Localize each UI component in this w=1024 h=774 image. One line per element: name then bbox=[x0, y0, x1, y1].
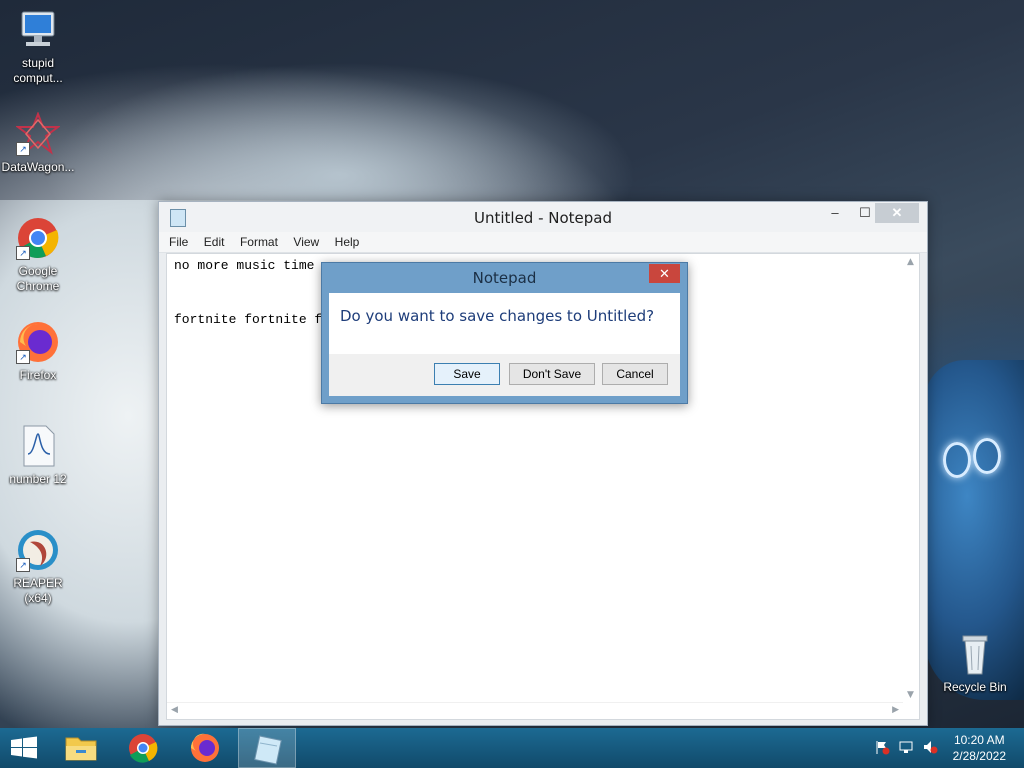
action-center-flag-icon[interactable] bbox=[874, 739, 890, 755]
start-icon bbox=[11, 736, 37, 759]
desktop-icon-label: DataWagon... bbox=[1, 160, 75, 174]
taskbar: 10:20 AM 2/28/2022 bbox=[0, 728, 1024, 768]
close-button[interactable]: ✕ bbox=[875, 203, 919, 223]
dialog-message-area: Do you want to save changes to Untitled? bbox=[329, 293, 680, 354]
notepad-title: Untitled - Notepad bbox=[473, 209, 613, 227]
desktop-icon-reaper[interactable]: ↗ REAPER (x64) bbox=[0, 528, 76, 606]
save-changes-dialog: Notepad ✕ Do you want to save changes to… bbox=[321, 262, 688, 404]
scroll-down-icon[interactable]: ▼ bbox=[907, 690, 914, 700]
shortcut-arrow-icon: ↗ bbox=[16, 558, 30, 572]
desktop-icon-label: stupid comput... bbox=[13, 56, 63, 85]
text-line: no more music time bbox=[174, 258, 315, 273]
taskbar-chrome[interactable] bbox=[114, 728, 172, 768]
taskbar-file-explorer[interactable] bbox=[52, 728, 110, 768]
desktop-icon-firefox[interactable]: ↗ Firefox bbox=[0, 320, 76, 383]
dialog-title: Notepad bbox=[472, 269, 537, 287]
vertical-scrollbar[interactable]: ▲ ▼ bbox=[903, 254, 919, 702]
desktop-icon-recycle-bin[interactable]: Recycle Bin bbox=[937, 632, 1013, 695]
dialog-close-button[interactable]: ✕ bbox=[649, 264, 680, 283]
firefox-icon: ↗ bbox=[16, 320, 60, 364]
desktop-icon-label: Google Chrome bbox=[16, 264, 60, 293]
minimize-button[interactable]: ‒ bbox=[823, 203, 847, 223]
desktop-icon-label: number 12 bbox=[9, 472, 67, 486]
start-button[interactable] bbox=[0, 728, 48, 768]
menu-help[interactable]: Help bbox=[335, 232, 360, 252]
cancel-button[interactable]: Cancel bbox=[602, 363, 668, 385]
scroll-right-icon[interactable]: ▶ bbox=[892, 705, 899, 715]
notepad-icon bbox=[254, 735, 282, 765]
taskbar-firefox[interactable] bbox=[176, 728, 234, 768]
reaper-icon: ↗ bbox=[16, 528, 60, 572]
wallpaper-headlight bbox=[973, 438, 1001, 474]
shortcut-arrow-icon: ↗ bbox=[16, 246, 30, 260]
dialog-message: Do you want to save changes to Untitled? bbox=[340, 307, 655, 325]
text-line: fortnite fortnite f bbox=[174, 312, 323, 327]
taskbar-notepad[interactable] bbox=[238, 728, 296, 768]
save-button[interactable]: Save bbox=[434, 363, 500, 385]
network-icon[interactable] bbox=[898, 739, 914, 755]
horizontal-scrollbar[interactable]: ◀ ▶ bbox=[167, 702, 903, 719]
volume-muted-icon[interactable] bbox=[922, 739, 938, 755]
scroll-left-icon[interactable]: ◀ bbox=[171, 705, 178, 715]
audio-file-icon bbox=[16, 424, 60, 468]
datawagon-icon: ↗ bbox=[15, 111, 61, 156]
menu-edit[interactable]: Edit bbox=[204, 232, 225, 252]
desktop-icon-label: Firefox bbox=[19, 368, 57, 382]
clock-time: 10:20 AM bbox=[953, 733, 1005, 747]
chrome-icon: ↗ bbox=[16, 216, 60, 260]
notepad-titlebar[interactable]: Untitled - Notepad ‒ ☐ ✕ bbox=[159, 202, 927, 232]
notepad-menubar: File Edit Format View Help bbox=[159, 232, 927, 253]
system-clock[interactable]: 10:20 AM 2/28/2022 bbox=[953, 732, 1006, 764]
dont-save-button[interactable]: Don't Save bbox=[509, 363, 595, 385]
desktop-icon-number12[interactable]: number 12 bbox=[0, 424, 76, 487]
desktop-icon-chrome[interactable]: ↗ Google Chrome bbox=[0, 216, 76, 294]
desktop-icon-datawagon[interactable]: ↗ DataWagon... bbox=[0, 111, 76, 175]
shortcut-arrow-icon: ↗ bbox=[16, 142, 30, 156]
file-explorer-icon bbox=[65, 737, 97, 761]
menu-file[interactable]: File bbox=[169, 232, 188, 252]
firefox-icon bbox=[191, 733, 219, 762]
dialog-body: Do you want to save changes to Untitled?… bbox=[329, 293, 680, 396]
desktop-icon-computer[interactable]: stupid comput... bbox=[0, 8, 76, 86]
desktop-icon-label: Recycle Bin bbox=[943, 680, 1007, 694]
desktop-icon-label: REAPER (x64) bbox=[13, 576, 63, 605]
scroll-up-icon[interactable]: ▲ bbox=[907, 257, 914, 267]
chrome-icon bbox=[129, 734, 158, 763]
recycle-bin-icon bbox=[953, 632, 997, 676]
computer-icon bbox=[16, 8, 60, 52]
shortcut-arrow-icon: ↗ bbox=[16, 350, 30, 364]
clock-date: 2/28/2022 bbox=[952, 749, 1006, 763]
maximize-button[interactable]: ☐ bbox=[853, 203, 877, 223]
menu-format[interactable]: Format bbox=[240, 232, 278, 252]
menu-view[interactable]: View bbox=[293, 232, 319, 252]
wallpaper-headlight bbox=[943, 442, 971, 478]
